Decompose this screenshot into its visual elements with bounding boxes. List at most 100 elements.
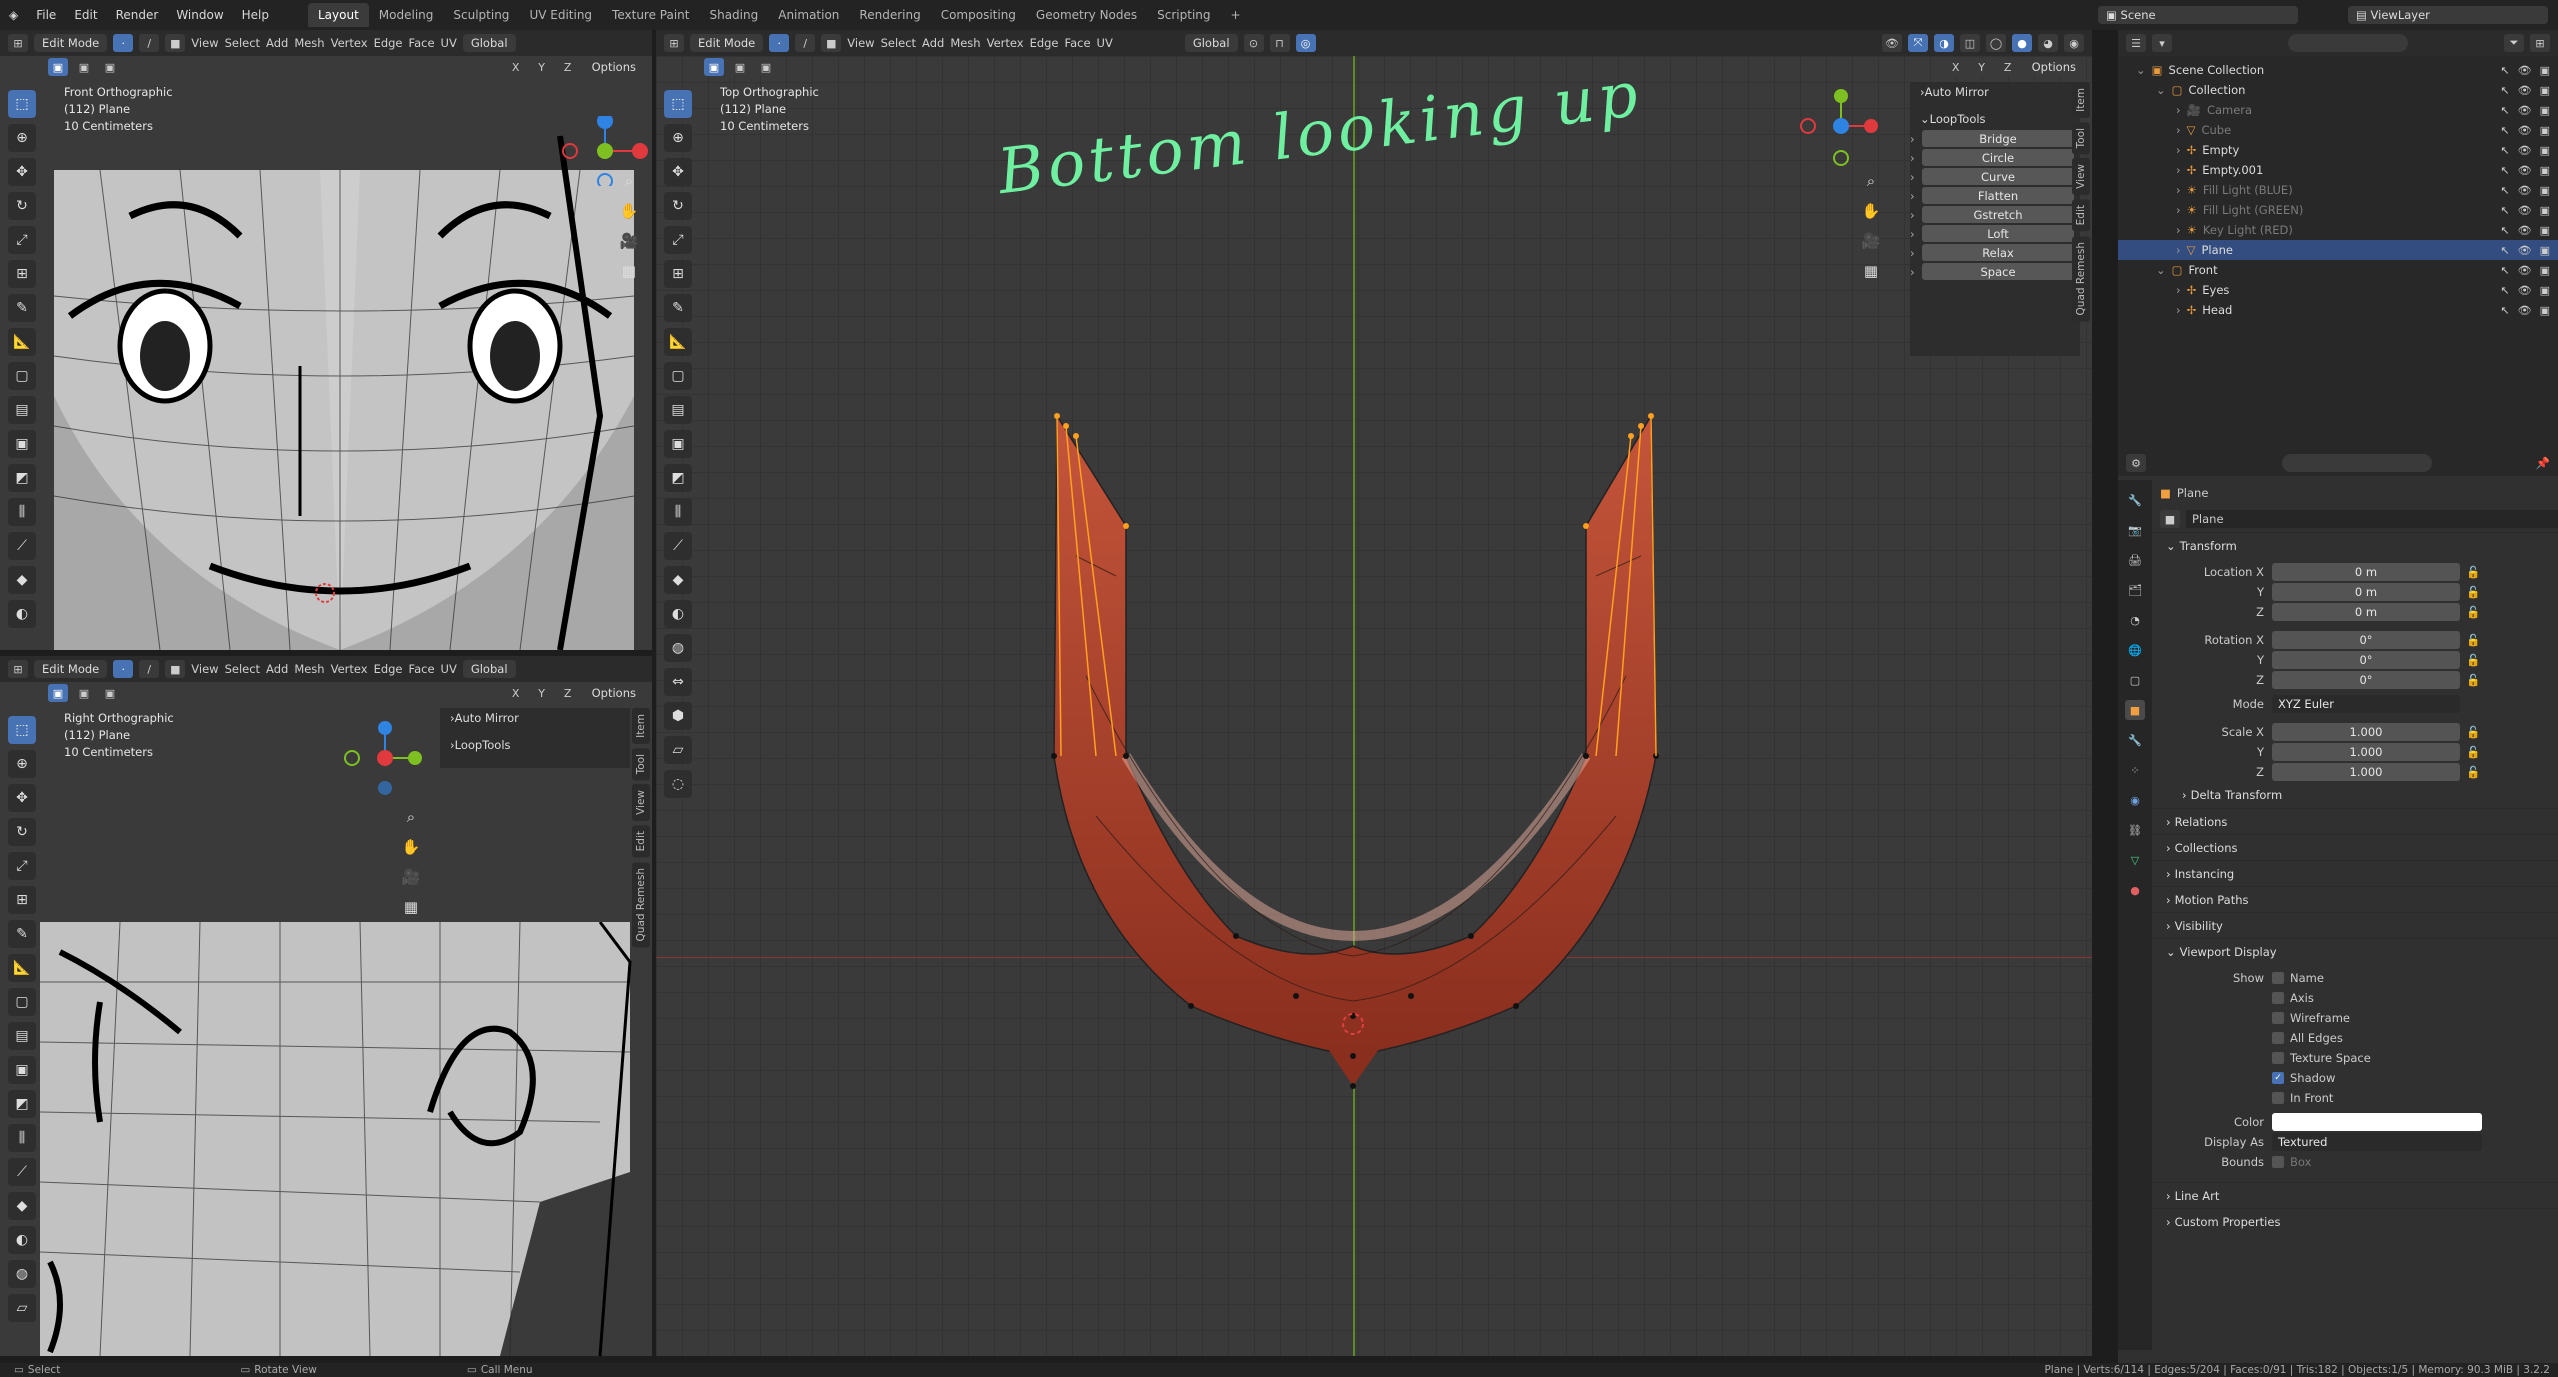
display-mode-icon[interactable]: ▾ — [2152, 34, 2172, 52]
extrude-tool[interactable]: ▤ — [664, 396, 692, 424]
visibility-icon[interactable]: 👁 — [1882, 34, 1902, 52]
overlay-icon[interactable]: ◑ — [1934, 34, 1954, 52]
menu-edit[interactable]: Edit — [65, 8, 106, 22]
select-extend-icon[interactable]: ▣ — [74, 684, 94, 702]
data-tab-icon[interactable]: ▽ — [2125, 850, 2145, 870]
mirror-y-toggle[interactable]: Y — [531, 684, 552, 702]
annotate-tool[interactable]: ✎ — [8, 920, 36, 948]
knife-tool[interactable]: ⟋ — [8, 1158, 36, 1186]
eye-icon[interactable]: 👁 — [2518, 224, 2532, 237]
measure-tool[interactable]: 📐 — [8, 328, 36, 356]
transform-tool[interactable]: ⊞ — [664, 260, 692, 288]
menu-uv[interactable]: UV — [441, 36, 457, 50]
move-tool[interactable]: ✥ — [664, 158, 692, 186]
select-arrow-icon[interactable]: ↖ — [2500, 84, 2509, 97]
options-dropdown[interactable]: Options — [583, 684, 644, 702]
section-header-custom-properties[interactable]: › Custom Properties — [2152, 1208, 2558, 1234]
outliner-row[interactable]: › ✢ Empty.001 ↖ 👁 ▣ — [2118, 160, 2558, 180]
viewlayer-selector[interactable]: ▤ ViewLayer — [2348, 6, 2548, 24]
spin-tool[interactable]: ◐ — [664, 600, 692, 628]
select-arrow-icon[interactable]: ↖ — [2500, 304, 2509, 317]
menu-select[interactable]: Select — [881, 36, 916, 50]
tab-item[interactable]: Item — [2072, 82, 2090, 118]
gizmo-icon[interactable]: ⤧ — [1908, 34, 1928, 52]
camera-render-icon[interactable]: ▣ — [2540, 264, 2550, 277]
mirror-x-toggle[interactable]: X — [505, 58, 526, 76]
properties-search-input[interactable] — [2282, 454, 2432, 472]
eye-icon[interactable]: 👁 — [2518, 204, 2532, 217]
checkbox-all-edges[interactable] — [2272, 1032, 2284, 1044]
mirror-z-toggle[interactable]: Z — [557, 58, 578, 76]
lock-icon[interactable]: 🔓 — [2466, 725, 2480, 739]
rotation-x-field[interactable]: 0° — [2272, 631, 2460, 649]
menu-add[interactable]: Add — [922, 36, 944, 50]
rotate-tool[interactable]: ↻ — [664, 192, 692, 220]
tab-tool[interactable]: Tool — [632, 747, 650, 781]
render-tab-icon[interactable]: 📷 — [2125, 520, 2145, 540]
loop-cut-tool[interactable]: ⫼ — [664, 498, 692, 526]
outliner-row[interactable]: › ☀ Fill Light (BLUE) ↖ 👁 ▣ — [2118, 180, 2558, 200]
edge-select-icon[interactable]: / — [139, 34, 160, 52]
editor-type-icon[interactable]: ⊞ — [664, 34, 684, 52]
inset-tool[interactable]: ▣ — [8, 430, 36, 458]
navigation-gizmo[interactable] — [340, 718, 430, 798]
add-cube-tool[interactable]: ▢ — [664, 362, 692, 390]
proportional-edit-icon[interactable]: ◎ — [1295, 34, 1316, 52]
camera-render-icon[interactable]: ▣ — [2540, 184, 2550, 197]
camera-render-icon[interactable]: ▣ — [2540, 104, 2550, 117]
select-arrow-icon[interactable]: ↖ — [2500, 64, 2509, 77]
select-subtract-icon[interactable]: ▣ — [100, 684, 120, 702]
scale-tool[interactable]: ⤢ — [664, 226, 692, 254]
select-arrow-icon[interactable]: ↖ — [2500, 204, 2509, 217]
tab-view[interactable]: View — [632, 784, 650, 822]
scale-y-field[interactable]: 1.000 — [2272, 743, 2460, 761]
face-select-icon[interactable]: ■ — [821, 34, 842, 52]
chevron-right-icon[interactable]: › — [2176, 303, 2181, 317]
edge-select-icon[interactable]: / — [795, 34, 816, 52]
lock-icon[interactable]: 🔓 — [2466, 585, 2480, 599]
outliner-row[interactable]: › ✢ Head ↖ 👁 ▣ — [2118, 300, 2558, 320]
modifier-tab-icon[interactable]: 🔧 — [2125, 730, 2145, 750]
zoom-icon[interactable]: ⌕ — [616, 168, 642, 194]
pan-hand-icon[interactable]: ✋ — [398, 834, 424, 860]
menu-uv[interactable]: UV — [1097, 36, 1113, 50]
outliner-row[interactable]: › ☀ Key Light (RED) ↖ 👁 ▣ — [2118, 220, 2558, 240]
select-box-tool[interactable]: ⬚ — [664, 90, 692, 118]
viewport-display-header[interactable]: ⌄ Viewport Display — [2152, 938, 2558, 964]
rotation-mode-dropdown[interactable]: XYZ Euler — [2272, 695, 2460, 713]
tab-edit[interactable]: Edit — [2072, 199, 2090, 232]
select-arrow-icon[interactable]: ↖ — [2500, 264, 2509, 277]
transform-tool[interactable]: ⊞ — [8, 260, 36, 288]
eye-icon[interactable]: 👁 — [2518, 304, 2532, 317]
mode-dropdown[interactable]: Edit Mode — [690, 34, 764, 52]
eye-icon[interactable]: 👁 — [2518, 64, 2532, 77]
chevron-right-icon[interactable]: › — [2176, 123, 2181, 137]
eye-icon[interactable]: 👁 — [2518, 244, 2532, 257]
ortho-grid-icon[interactable]: ▦ — [616, 258, 642, 284]
tab-uv-editing[interactable]: UV Editing — [519, 3, 602, 27]
options-dropdown[interactable]: Options — [583, 58, 644, 76]
measure-tool[interactable]: 📐 — [664, 328, 692, 356]
menu-edge[interactable]: Edge — [1030, 36, 1059, 50]
loop-cut-tool[interactable]: ⫼ — [8, 1124, 36, 1152]
camera-view-icon[interactable]: 🎥 — [616, 228, 642, 254]
annotate-tool[interactable]: ✎ — [8, 294, 36, 322]
transform-tool[interactable]: ⊞ — [8, 886, 36, 914]
camera-render-icon[interactable]: ▣ — [2540, 64, 2550, 77]
menu-face[interactable]: Face — [409, 662, 435, 676]
menu-uv[interactable]: UV — [441, 662, 457, 676]
looptools-space-button[interactable]: › Space — [1910, 263, 2074, 280]
tab-view[interactable]: View — [2072, 158, 2090, 196]
rendered-shading-icon[interactable]: ◉ — [2064, 34, 2084, 52]
menu-view[interactable]: View — [847, 36, 874, 50]
poly-build-tool[interactable]: ◆ — [664, 566, 692, 594]
lock-icon[interactable]: 🔓 — [2466, 765, 2480, 779]
chevron-right-icon[interactable]: › — [2176, 143, 2181, 157]
select-arrow-icon[interactable]: ↖ — [2500, 184, 2509, 197]
menu-view[interactable]: View — [191, 662, 218, 676]
checkbox-name[interactable] — [2272, 972, 2284, 984]
camera-render-icon[interactable]: ▣ — [2540, 164, 2550, 177]
outliner-row[interactable]: › ✢ Empty ↖ 👁 ▣ — [2118, 140, 2558, 160]
move-tool[interactable]: ✥ — [8, 158, 36, 186]
tool-tab-icon[interactable]: 🔧 — [2125, 490, 2145, 510]
